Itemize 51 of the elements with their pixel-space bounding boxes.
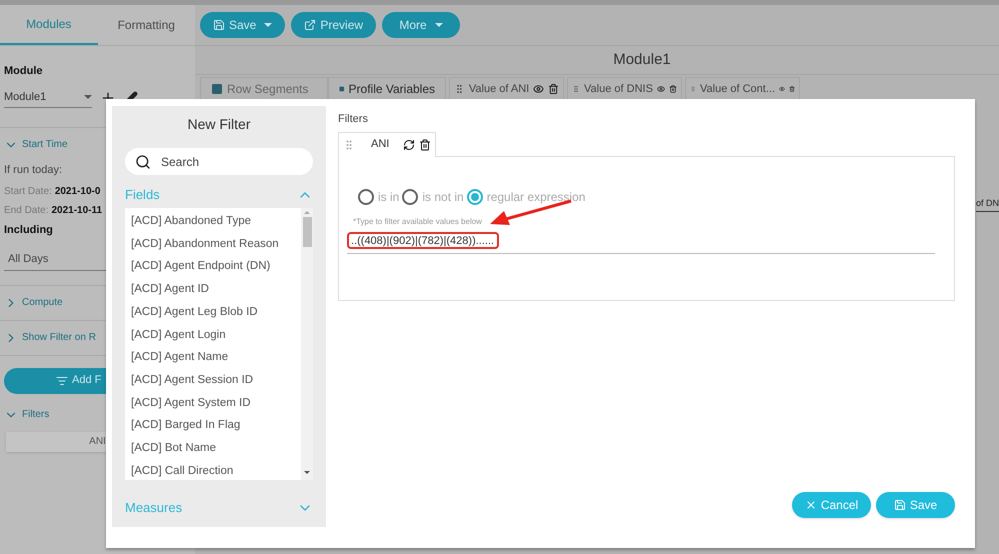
date-label: Start Date: <box>4 185 52 199</box>
field-item[interactable]: [ACD] Agent Login <box>131 324 301 346</box>
grip-icon <box>572 83 580 95</box>
trash-icon[interactable] <box>668 83 677 95</box>
trash-icon[interactable] <box>789 83 796 95</box>
section-title[interactable]: Filters <box>22 407 52 422</box>
eye-icon[interactable] <box>533 83 544 95</box>
sidebar-tab[interactable]: Modules <box>0 5 98 45</box>
filters-label: Filters <box>338 112 369 127</box>
trash-icon[interactable] <box>419 138 431 150</box>
search-field[interactable]: Search <box>125 148 313 175</box>
field-item[interactable]: [ACD] Agent System ID <box>131 392 301 414</box>
radio-button[interactable] <box>358 188 374 204</box>
field-item[interactable]: [ACD] Call Direction <box>131 460 301 480</box>
module-label: Module <box>3 64 44 79</box>
toolbar-button[interactable]: Preview <box>291 12 376 38</box>
section-title[interactable]: Show Filter on R <box>22 330 98 345</box>
date-value: 2021-10-11 <box>51 204 102 218</box>
dialog-title: New Filter <box>186 115 252 134</box>
refresh-icon[interactable] <box>403 138 415 150</box>
close-icon <box>804 499 817 511</box>
filter-icon <box>56 374 68 386</box>
radio-button[interactable] <box>466 188 483 204</box>
field-item[interactable]: [ACD] Abandoned Type <box>131 210 301 233</box>
including-label: Including <box>3 223 54 238</box>
filter-tab[interactable]: ANI <box>338 132 436 156</box>
external-link-icon <box>304 19 316 31</box>
caret-icon <box>264 23 272 27</box>
toolbar-button[interactable]: Save <box>200 12 286 38</box>
scrollbar[interactable] <box>301 208 313 480</box>
module-title: Module1 <box>612 50 671 70</box>
date-label: End Date: <box>4 204 48 218</box>
section-title[interactable]: Start Time <box>22 137 70 152</box>
module-select[interactable]: Module1 <box>4 88 92 108</box>
save-icon <box>213 19 225 31</box>
field-item[interactable]: [ACD] Agent Leg Blob ID <box>131 300 301 324</box>
caret-icon <box>84 95 92 99</box>
field-item[interactable]: [ACD] Agent ID <box>131 278 301 301</box>
info-text: If run today: <box>3 162 64 178</box>
search-icon <box>135 154 151 170</box>
sidebar-tab[interactable]: Formatting <box>98 5 195 45</box>
regex-input[interactable]: ..((408)|(902)|(782)|(428))....... <box>347 232 499 249</box>
date-value: 2021-10-0 <box>54 185 100 199</box>
toolbar-button[interactable]: More <box>382 12 460 38</box>
trash-icon[interactable] <box>548 83 560 95</box>
field-item[interactable]: [ACD] Agent Name <box>131 346 301 369</box>
radio-button[interactable] <box>402 188 418 204</box>
hint-text: *Type to filter available values below <box>352 216 483 228</box>
caret-icon <box>434 23 443 27</box>
save-icon <box>894 499 906 511</box>
section-title[interactable]: Compute <box>22 295 65 310</box>
